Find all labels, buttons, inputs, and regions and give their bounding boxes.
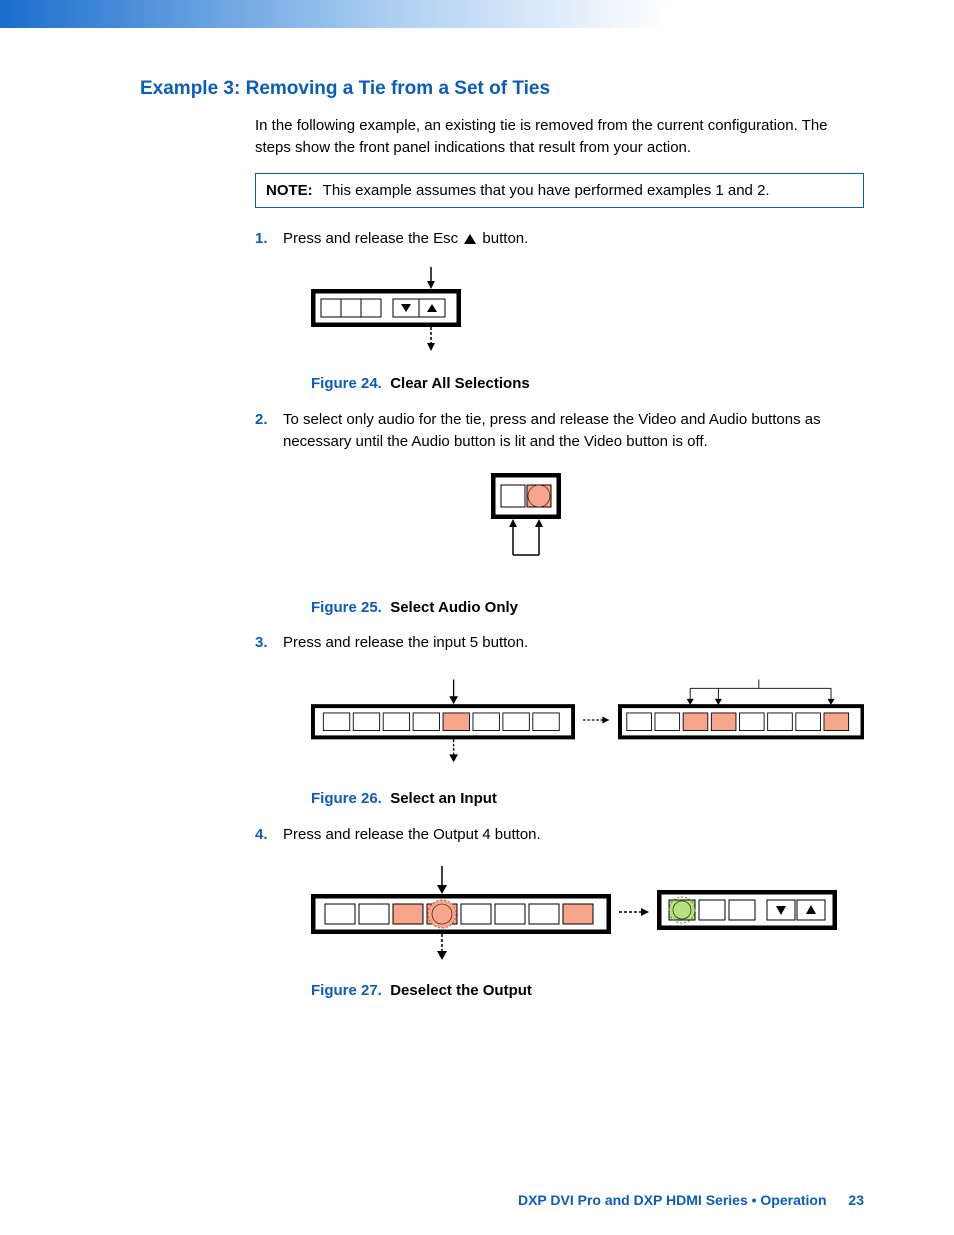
figure-26-number: Figure 26. xyxy=(311,790,382,807)
figure-27-title: Deselect the Output xyxy=(390,982,532,999)
figure-24-title: Clear All Selections xyxy=(390,375,530,392)
figure-26-caption: Figure 26. Select an Input xyxy=(311,788,864,810)
step-1-text-post: button. xyxy=(478,230,528,247)
note-box: NOTE: This example assumes that you have … xyxy=(255,173,864,208)
step-3: Press and release the input 5 button. xyxy=(255,632,864,810)
page-footer: DXP DVI Pro and DXP HDMI Series • Operat… xyxy=(518,1192,864,1208)
figure-24-caption: Figure 24. Clear All Selections xyxy=(311,373,864,395)
step-4: Press and release the Output 4 button. xyxy=(255,824,864,1002)
figure-25-caption: Figure 25. Select Audio Only xyxy=(311,597,864,619)
figure-27-number: Figure 27. xyxy=(311,982,382,999)
figure-27-caption: Figure 27. Deselect the Output xyxy=(311,980,864,1002)
figure-25-title: Select Audio Only xyxy=(390,599,518,616)
note-text: This example assumes that you have perfo… xyxy=(323,182,770,199)
figure-24-number: Figure 24. xyxy=(311,375,382,392)
figure-25-number: Figure 25. xyxy=(311,599,382,616)
figure-27-diagram xyxy=(311,862,864,962)
section-heading: Example 3: Removing a Tie from a Set of … xyxy=(140,78,864,100)
step-2-text: To select only audio for the tie, press … xyxy=(283,411,821,450)
figure-26-title: Select an Input xyxy=(390,790,497,807)
page-number: 23 xyxy=(848,1192,864,1208)
step-3-text: Press and release the input 5 button. xyxy=(283,634,528,651)
figure-25-diagram xyxy=(483,469,864,579)
step-4-text: Press and release the Output 4 button. xyxy=(283,826,541,843)
step-1: Press and release the Esc button. xyxy=(255,228,864,396)
figure-24-diagram xyxy=(311,265,864,355)
intro-paragraph: In the following example, an existing ti… xyxy=(255,115,864,159)
footer-text: DXP DVI Pro and DXP HDMI Series • Operat… xyxy=(518,1192,827,1208)
step-2: To select only audio for the tie, press … xyxy=(255,409,864,618)
figure-26-diagram xyxy=(311,670,864,770)
note-label: NOTE: xyxy=(266,182,313,199)
header-gradient-bar xyxy=(0,0,954,28)
step-1-text-pre: Press and release the Esc xyxy=(283,230,462,247)
up-triangle-icon xyxy=(464,234,476,244)
